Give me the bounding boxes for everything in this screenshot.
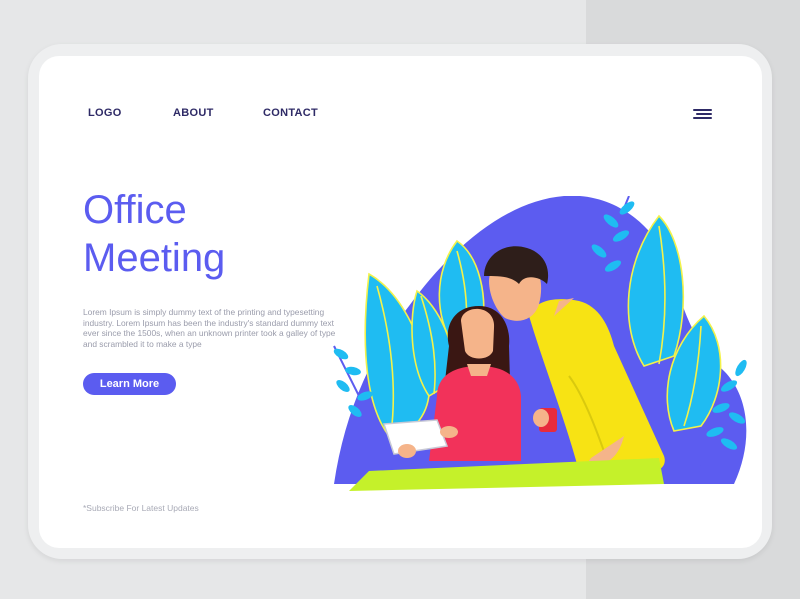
learn-more-button[interactable]: Learn More	[83, 373, 176, 395]
nav-logo[interactable]: LOGO	[88, 107, 122, 119]
office-meeting-illustration	[333, 196, 747, 491]
nav-about[interactable]: ABOUT	[173, 107, 214, 119]
hero-description: Lorem Ipsum is simply dummy text of the …	[83, 307, 336, 349]
nav-contact[interactable]: CONTACT	[263, 107, 318, 119]
hamburger-menu-icon[interactable]	[693, 109, 712, 119]
hero-title-line-2: Meeting	[83, 236, 226, 280]
hero-title: Office Meeting	[83, 186, 343, 282]
subscribe-text: *Subscribe For Latest Updates	[83, 503, 199, 513]
hero-title-line-1: Office	[83, 188, 187, 232]
landing-page-screen: LOGO ABOUT CONTACT Office Meeting Lorem …	[39, 56, 762, 548]
